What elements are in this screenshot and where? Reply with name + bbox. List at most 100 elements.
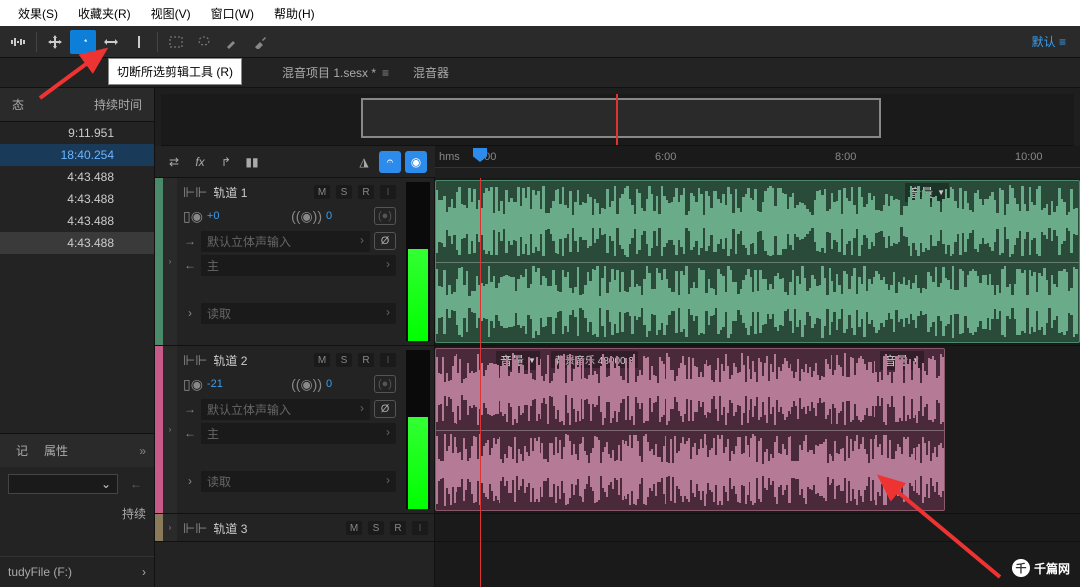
clip-fx-button[interactable]: (●) [374,207,396,225]
files-list[interactable]: 9:11.951 18:40.254 4:43.488 4:43.488 4:4… [0,122,154,254]
track-collapse-button[interactable]: › [163,346,177,513]
record-button[interactable]: R [358,185,374,199]
ripple-icon[interactable]: ◉ [405,151,427,173]
state-column-header[interactable]: 态 [8,92,28,117]
track-color[interactable] [155,346,163,513]
input-monitor-button[interactable]: I [412,521,428,535]
pan-value[interactable]: 0 [326,378,346,390]
marquee-tool-icon[interactable] [163,30,189,54]
razor-tool-icon[interactable] [70,30,96,54]
back-button[interactable]: ← [126,473,146,495]
input-arrow-icon: → [183,234,197,248]
mute-button[interactable]: M [346,521,362,535]
slip-tool-icon[interactable] [98,30,124,54]
property-dropdown[interactable]: ⌄ [8,474,118,494]
chevron-right-icon[interactable]: › [183,306,197,320]
time-selection-tool-icon[interactable] [126,30,152,54]
solo-button[interactable]: S [336,353,352,367]
input-monitor-button[interactable]: I [380,185,396,199]
menu-effects[interactable]: 效果(S) [8,1,68,26]
spacer [0,254,154,433]
drive-location[interactable]: tudyFile (F:) › [0,556,154,587]
menu-icon: ≡ [1059,35,1066,49]
mute-button[interactable]: M [314,185,330,199]
track-name[interactable]: 轨道 3 [213,520,340,537]
chevron-down-icon: › [360,401,364,418]
mute-button[interactable]: M [314,353,330,367]
properties-panel: 记 属性 » ⌄ ← 持续 tudyFile (F:) › [0,433,154,587]
track-color[interactable] [155,178,163,345]
track-controls-bar: ⇄ fx ↱ ▮▮ ◮ 𝄐 ◉ [155,146,435,178]
overview-window[interactable] [361,98,881,138]
track-meter [406,182,430,341]
persist-label: 持续 [0,501,154,526]
automation-mode-selector[interactable]: 读取› [201,303,396,324]
send-icon[interactable]: ↱ [215,151,237,173]
playhead-line[interactable] [480,178,481,587]
output-selector[interactable]: 主› [201,255,396,276]
fx-icon[interactable]: fx [189,151,211,173]
eq-icon[interactable]: ▮▮ [241,151,263,173]
properties-tab[interactable]: 属性 [36,438,76,463]
automation-mode-selector[interactable]: 读取› [201,471,396,492]
move-tool-icon[interactable] [42,30,68,54]
phase-button[interactable]: Ø [374,400,396,418]
track-collapse-button[interactable]: › [163,514,177,541]
file-item[interactable]: 9:11.951 [0,122,154,144]
metronome-icon[interactable]: ◮ [353,151,375,173]
output-selector[interactable]: 主› [201,423,396,444]
project-tab[interactable]: 混音项目 1.sesx *≡ [270,58,401,87]
pan-value[interactable]: 0 [326,210,346,222]
time-ruler[interactable]: hms 4:00 6:00 8:00 10:00 [435,146,1080,168]
record-button[interactable]: R [358,353,374,367]
healing-brush-icon[interactable] [247,30,273,54]
phase-button[interactable]: Ø [374,232,396,250]
chevron-down-icon: › [386,473,390,490]
file-item[interactable]: 18:40.254 [0,144,154,166]
menu-view[interactable]: 视图(V) [141,1,201,26]
duration-column-header[interactable]: 持续时间 [90,92,146,117]
file-item[interactable]: 4:43.488 [0,166,154,188]
input-monitor-button[interactable]: I [380,353,396,367]
file-item[interactable]: 4:43.488 [0,210,154,232]
volume-value[interactable]: -21 [207,378,227,390]
file-item[interactable]: 4:43.488 [0,232,154,254]
menu-help[interactable]: 帮助(H) [264,1,325,26]
overview-strip[interactable] [161,94,1074,146]
record-button[interactable]: R [390,521,406,535]
expand-icon[interactable]: » [139,444,146,458]
clip-fx-button[interactable]: (●) [374,375,396,393]
workspace-selector[interactable]: 默认 ≡ [1022,33,1076,50]
menu-favorites[interactable]: 收藏夹(R) [68,1,141,26]
lasso-tool-icon[interactable] [191,30,217,54]
track-lane[interactable] [435,514,1080,542]
separator [36,32,37,52]
solo-button[interactable]: S [368,521,384,535]
volume-value[interactable]: +0 [207,210,227,222]
track-collapse-button[interactable]: › [163,178,177,345]
ruler-unit: hms [439,151,460,163]
record-tab[interactable]: 记 [8,438,36,463]
track-lane[interactable]: 音量▼ 背景音乐 48000 3 音量▼ [435,346,1080,514]
track-lane[interactable]: 音量▼ [435,178,1080,346]
solo-button[interactable]: S [336,185,352,199]
mixer-tab[interactable]: 混音器 [401,58,461,87]
loop-icon[interactable]: ⇄ [163,151,185,173]
track-content-area[interactable]: 音量▼ 音量▼ 背景音乐 48000 3 音量▼ [435,178,1080,587]
track-name[interactable]: 轨道 1 [213,184,308,201]
track-color[interactable] [155,514,163,541]
output-arrow-icon: ← [183,258,197,272]
chevron-down-icon: › [386,305,390,322]
audio-clip[interactable]: 音量▼ 背景音乐 48000 3 音量▼ [435,348,945,511]
track-name[interactable]: 轨道 2 [213,352,308,369]
waveform-view-icon[interactable] [5,30,31,54]
chevron-down-icon: ⌄ [101,477,111,491]
chevron-right-icon[interactable]: › [183,474,197,488]
menu-window[interactable]: 窗口(W) [201,1,264,26]
brush-tool-icon[interactable] [219,30,245,54]
input-selector[interactable]: 默认立体声输入› [201,231,370,252]
audio-clip[interactable]: 音量▼ [435,180,1080,343]
input-selector[interactable]: 默认立体声输入› [201,399,370,420]
snap-icon[interactable]: 𝄐 [379,151,401,173]
file-item[interactable]: 4:43.488 [0,188,154,210]
